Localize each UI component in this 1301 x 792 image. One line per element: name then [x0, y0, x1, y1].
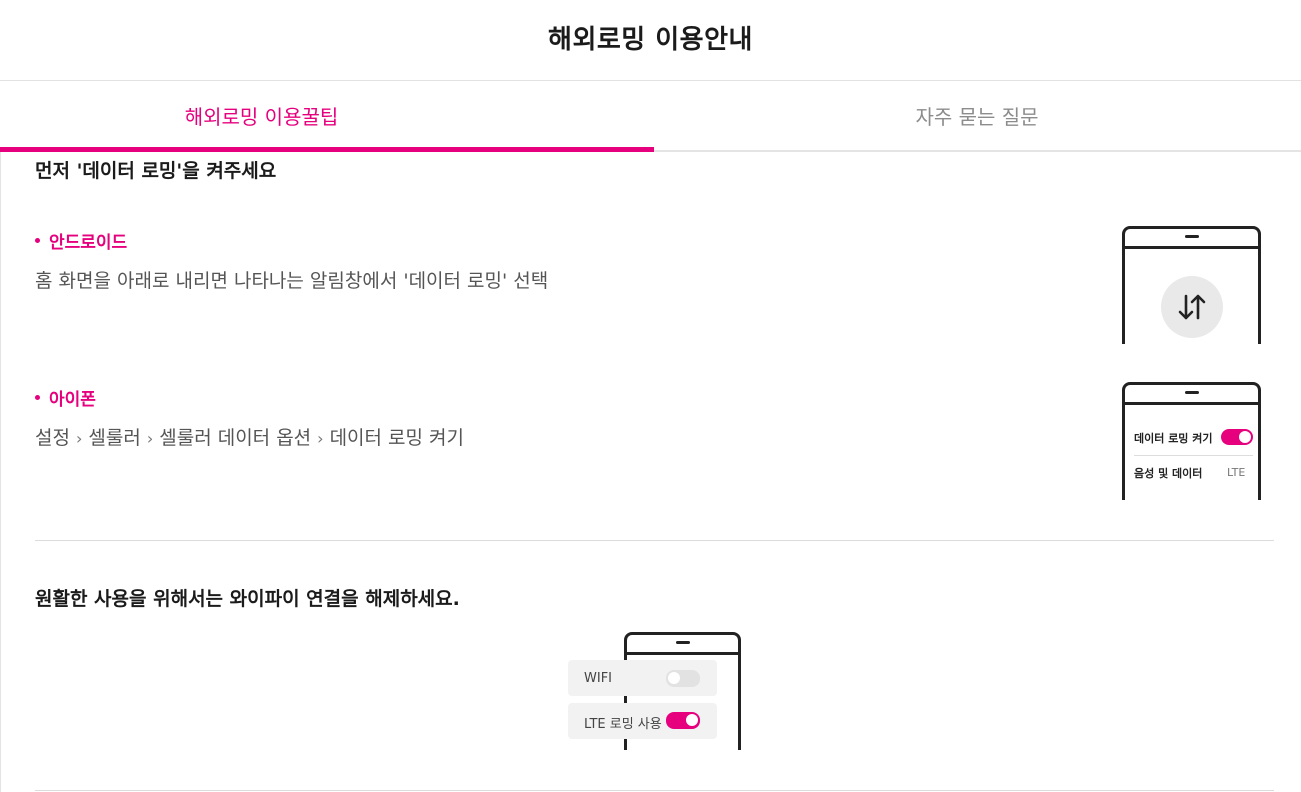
chevron-right-icon: ›	[75, 429, 83, 448]
phone-speaker	[1184, 235, 1199, 238]
tab-faq[interactable]: 자주 묻는 질문	[523, 81, 1301, 150]
data-roaming-toggle	[1221, 429, 1253, 445]
chevron-right-icon: ›	[317, 429, 324, 448]
up-down-arrows-icon	[1178, 294, 1206, 320]
phone-top-bar	[1125, 246, 1258, 249]
phone-top-bar	[627, 652, 738, 655]
iphone-step-4: 데이터 로밍 켜기	[329, 427, 465, 449]
voice-data-value: LTE	[1227, 466, 1246, 479]
phone-speaker	[1184, 391, 1199, 394]
android-phone-illustration	[1122, 226, 1261, 344]
page-header: 해외로밍 이용안내	[0, 0, 1301, 81]
tab-roaming-tips[interactable]: 해외로밍 이용꿀팁	[0, 81, 523, 150]
android-label-text: 안드로이드	[49, 233, 128, 253]
lte-roaming-setting-row: LTE 로밍 사용	[568, 703, 717, 739]
iphone-step-3: 셀룰러 데이터 옵션	[159, 427, 312, 449]
section-divider	[35, 540, 1274, 541]
setting-divider	[1134, 455, 1253, 456]
tab-bar: 해외로밍 이용꿀팁 자주 묻는 질문	[0, 81, 1301, 152]
phone-top-bar	[1125, 402, 1258, 405]
lte-roaming-label: LTE 로밍 사용	[584, 717, 662, 732]
iphone-step-1: 설정	[35, 427, 70, 449]
wifi-label: WIFI	[584, 671, 612, 686]
iphone-steps: 설정 › 셀룰러 › 셀룰러 데이터 옵션 › 데이터 로밍 켜기	[35, 423, 464, 450]
voice-data-setting-label: 음성 및 데이터	[1134, 467, 1203, 480]
toggle-knob	[1239, 431, 1251, 443]
phone-speaker	[675, 641, 690, 644]
bullet-dot	[35, 394, 40, 400]
section-title-data-roaming: 먼저 '데이터 로밍'을 켜주세요	[35, 160, 277, 182]
wifi-toggle	[666, 670, 700, 687]
data-roaming-setting-label: 데이터 로밍 켜기	[1134, 432, 1213, 445]
chevron-right-icon: ›	[146, 429, 154, 448]
data-arrows-icon	[1161, 276, 1223, 338]
android-label: 안드로이드	[35, 228, 127, 253]
lte-roaming-toggle	[666, 712, 700, 729]
main-content: 먼저 '데이터 로밍'을 켜주세요 안드로이드 홈 화면을 아래로 내리면 나타…	[0, 152, 1301, 792]
wifi-setting-row: WIFI	[568, 660, 717, 696]
section-title-wifi: 원활한 사용을 위해서는 와이파이 연결을 해제하세요.	[35, 588, 460, 610]
iphone-step-2: 셀룰러	[88, 427, 141, 449]
page-title: 해외로밍 이용안내	[548, 24, 753, 55]
iphone-label: 아이폰	[35, 385, 96, 410]
bullet-dot	[35, 237, 40, 243]
toggle-knob	[668, 672, 680, 684]
iphone-phone-illustration: 데이터 로밍 켜기 음성 및 데이터 LTE	[1122, 382, 1261, 500]
iphone-label-text: 아이폰	[49, 390, 96, 410]
toggle-knob	[686, 714, 698, 726]
section-divider	[35, 790, 1274, 791]
android-description: 홈 화면을 아래로 내리면 나타나는 알림창에서 '데이터 로밍' 선택	[35, 270, 549, 292]
